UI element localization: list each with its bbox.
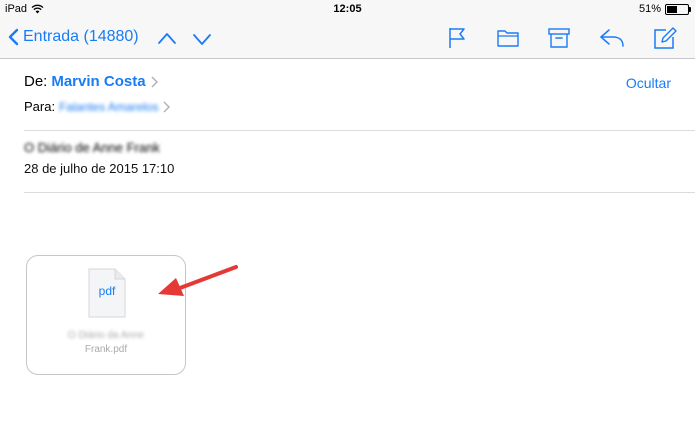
nav-bar: Entrada (14880) — [0, 20, 695, 59]
chevron-right-icon — [151, 76, 158, 87]
recipient-name[interactable]: Falantes Amarelos — [59, 100, 158, 114]
annotation-arrow-icon — [158, 265, 238, 296]
hide-details-button[interactable]: Ocultar — [626, 75, 671, 91]
compose-icon[interactable] — [653, 27, 677, 51]
status-bar: iPad 12:05 51% — [0, 0, 695, 20]
chevron-right-icon — [163, 101, 171, 112]
chevron-left-icon — [8, 28, 19, 46]
back-button[interactable]: Entrada (14880) — [8, 28, 139, 46]
previous-message-button[interactable] — [157, 29, 177, 49]
filename-line-1: O Diário da Anne — [67, 330, 145, 341]
back-label: Entrada (14880) — [23, 28, 139, 45]
recipient-row: Para: Falantes Amarelos — [24, 99, 171, 114]
file-extension: pdf — [98, 284, 116, 298]
header-divider — [24, 130, 695, 131]
sender-row: De: Marvin Costa — [24, 73, 158, 90]
battery-fill — [667, 5, 677, 13]
battery-icon — [665, 3, 691, 15]
battery-percent: 51% — [638, 3, 661, 15]
to-label: Para: — [24, 99, 56, 114]
body-divider — [24, 192, 695, 193]
folder-icon[interactable] — [497, 27, 519, 49]
email-subject: O Diário de Anne Frank — [24, 140, 160, 155]
from-label: De: — [24, 73, 48, 90]
status-time: 12:05 — [333, 3, 362, 15]
archive-icon[interactable] — [548, 27, 570, 49]
sender-name[interactable]: Marvin Costa — [51, 73, 145, 90]
attachment-filename: O Diário da Anne Frank.pdf — [27, 329, 185, 357]
email-date: 28 de julho de 2015 17:10 — [24, 161, 175, 176]
filename-line-2: Frank.pdf — [84, 344, 128, 355]
next-message-button[interactable] — [192, 29, 212, 49]
reply-icon[interactable] — [599, 27, 625, 49]
status-right: 51% — [638, 3, 691, 15]
flag-icon[interactable] — [447, 27, 467, 49]
